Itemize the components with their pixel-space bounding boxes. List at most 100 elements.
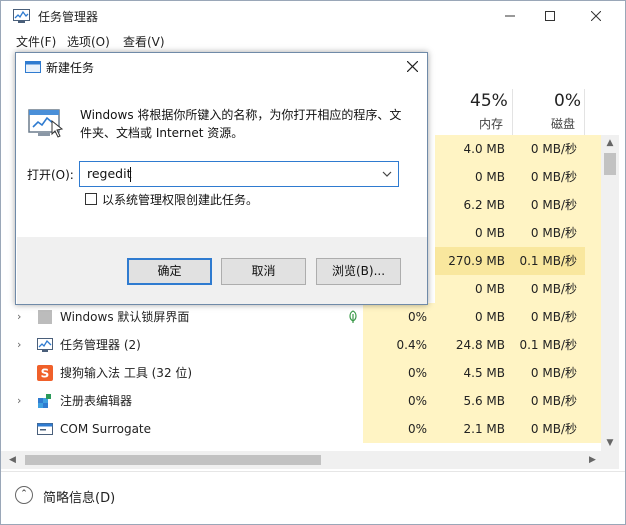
- column-separator: [512, 89, 513, 135]
- scroll-up-arrow-icon[interactable]: ▲: [601, 135, 619, 151]
- expand-chevron-icon[interactable]: ›: [17, 303, 29, 331]
- process-name: 任务管理器 (2): [60, 338, 141, 352]
- admin-privileges-label[interactable]: 以系统管理权限创建此任务。: [102, 191, 258, 208]
- memory-cell: 6.2 MB: [435, 191, 513, 219]
- network-cell: [585, 191, 601, 219]
- run-new-task-dialog: 新建任务 Windows 将根据你所键入的名称，为你打开相应的程序、文件夹、文档…: [15, 52, 428, 305]
- open-combobox[interactable]: regedit: [79, 161, 399, 187]
- disk-cell: 0 MB/秒: [513, 163, 585, 191]
- network-cell: [585, 359, 601, 387]
- table-row[interactable]: S 搜狗输入法 工具 (32 位) 0% 4.5 MB 0 MB/秒: [1, 359, 601, 387]
- expand-chevron-icon[interactable]: ›: [17, 331, 29, 359]
- fewer-details-link[interactable]: 简略信息(D): [43, 487, 115, 506]
- horizontal-scrollbar[interactable]: ◀ ▶: [1, 451, 619, 469]
- dialog-description: Windows 将根据你所键入的名称，为你打开相应的程序、文件夹、文档或 Int…: [80, 108, 402, 140]
- table-row[interactable]: › Windows 默认锁屏界面 0% 0 MB 0 MB/秒: [1, 303, 601, 331]
- disk-cell: 0 MB/秒: [513, 219, 585, 247]
- memory-cell: 0 MB: [435, 303, 513, 331]
- window-title: 任务管理器: [38, 10, 99, 24]
- close-icon: [406, 60, 418, 73]
- memory-cell: 5.6 MB: [435, 387, 513, 415]
- collapse-up-icon[interactable]: ⌃: [15, 486, 33, 504]
- table-row[interactable]: › 任务管理器 (2) 0.4% 24.8 MB 0.1 MB/秒: [1, 331, 601, 359]
- svg-text:S: S: [41, 367, 50, 381]
- disk-cell: 0 MB/秒: [513, 191, 585, 219]
- registry-editor-icon: [38, 394, 51, 408]
- network-cell: [585, 247, 601, 275]
- run-dialog-title-icon: [25, 61, 41, 73]
- browse-button[interactable]: 浏览(B)...: [316, 258, 401, 285]
- table-row[interactable]: COM Surrogate 0% 2.1 MB 0 MB/秒: [1, 415, 601, 443]
- network-cell: [585, 219, 601, 247]
- menu-options[interactable]: 选项(O): [67, 33, 110, 50]
- com-surrogate-icon: [37, 423, 53, 435]
- admin-privileges-checkbox[interactable]: [85, 193, 97, 205]
- process-name: Windows 默认锁屏界面: [60, 310, 190, 324]
- maximize-icon: [545, 11, 555, 21]
- scroll-down-arrow-icon[interactable]: ▼: [601, 435, 619, 451]
- vertical-scrollbar[interactable]: ▲ ▼: [601, 135, 619, 451]
- column-separator: [584, 89, 585, 135]
- open-label: 打开(O):: [27, 168, 74, 182]
- cpu-cell: 0%: [363, 415, 435, 443]
- memory-column-percent[interactable]: 45%: [470, 91, 508, 111]
- maximize-button[interactable]: [527, 1, 573, 31]
- close-icon: [591, 11, 601, 21]
- disk-column-percent[interactable]: 0%: [554, 91, 581, 111]
- menu-bar: 文件(F) 选项(O) 查看(V): [1, 31, 625, 51]
- title-bar[interactable]: 任务管理器: [1, 1, 625, 31]
- memory-cell: 2.1 MB: [435, 415, 513, 443]
- close-window-button[interactable]: [573, 1, 619, 31]
- memory-cell: 24.8 MB: [435, 331, 513, 359]
- disk-cell: 0 MB/秒: [513, 275, 585, 303]
- memory-cell: 0 MB: [435, 275, 513, 303]
- dialog-title: 新建任务: [46, 61, 95, 75]
- suspended-leaf-icon: [349, 310, 357, 323]
- menu-view[interactable]: 查看(V): [123, 33, 165, 50]
- disk-cell: 0 MB/秒: [513, 387, 585, 415]
- cpu-cell: 0%: [363, 303, 435, 331]
- cpu-cell: 0%: [363, 387, 435, 415]
- text-caret: [130, 167, 131, 182]
- table-row[interactable]: › 注册表编辑器 0% 5.6 MB 0 MB/秒: [1, 387, 601, 415]
- memory-column-header[interactable]: 内存: [479, 115, 503, 132]
- disk-cell: 0.1 MB/秒: [513, 247, 585, 275]
- task-manager-app-icon: [13, 9, 30, 23]
- cancel-button[interactable]: 取消: [221, 258, 306, 285]
- network-cell: [585, 387, 601, 415]
- network-cell: [585, 303, 601, 331]
- disk-cell: 0.1 MB/秒: [513, 331, 585, 359]
- process-name: 注册表编辑器: [60, 394, 133, 408]
- cpu-cell: 0.4%: [363, 331, 435, 359]
- disk-cell: 0 MB/秒: [513, 303, 585, 331]
- scroll-left-arrow-icon[interactable]: ◀: [9, 451, 21, 469]
- scroll-right-arrow-icon[interactable]: ▶: [589, 451, 601, 469]
- menu-file[interactable]: 文件(F): [16, 33, 56, 50]
- network-cell: [585, 135, 601, 163]
- memory-cell: 4.5 MB: [435, 359, 513, 387]
- expand-chevron-icon[interactable]: ›: [17, 387, 29, 415]
- network-cell: [585, 331, 601, 359]
- process-name: COM Surrogate: [60, 422, 152, 436]
- memory-cell: 270.9 MB: [435, 247, 513, 275]
- cpu-cell: 0%: [363, 359, 435, 387]
- vertical-scroll-thumb[interactable]: [604, 153, 616, 175]
- network-cell: [585, 415, 601, 443]
- run-program-icon: [28, 109, 64, 138]
- dialog-button-area: 确定 取消 浏览(B)...: [17, 237, 427, 304]
- disk-cell: 0 MB/秒: [513, 415, 585, 443]
- minimize-icon: [505, 15, 515, 17]
- disk-column-header[interactable]: 磁盘: [551, 115, 575, 132]
- network-cell: [585, 275, 601, 303]
- process-name: 搜狗输入法 工具 (32 位): [60, 366, 193, 380]
- sogou-input-icon: S: [37, 365, 53, 381]
- open-input[interactable]: regedit: [87, 166, 132, 181]
- memory-cell: 0 MB: [435, 163, 513, 191]
- dialog-close-button[interactable]: [401, 56, 423, 78]
- disk-cell: 0 MB/秒: [513, 359, 585, 387]
- chevron-down-icon[interactable]: [382, 167, 392, 181]
- network-cell: [585, 163, 601, 191]
- disk-cell: 0 MB/秒: [513, 135, 585, 163]
- horizontal-scroll-thumb[interactable]: [25, 455, 321, 465]
- ok-button[interactable]: 确定: [127, 258, 212, 285]
